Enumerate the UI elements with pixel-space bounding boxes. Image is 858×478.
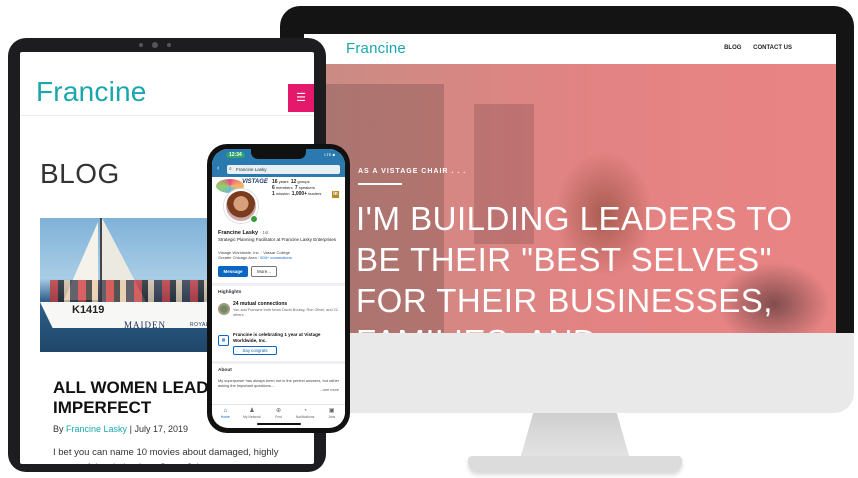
calendar-icon: ▦ [218,335,229,346]
say-congrats-button[interactable]: Say congrats [233,346,277,355]
stat-number: 1 [272,191,275,197]
tablet-sensor [167,43,171,47]
linkedin-icon[interactable]: in [332,191,339,198]
monitor-stand-base [468,456,682,472]
tablet-camera [152,42,158,48]
hull-number: K1419 [72,304,105,316]
tab-label: My Network [242,415,261,419]
tab-label: Jobs [328,415,336,419]
post-excerpt: I bet you can name 10 movies about damag… [53,447,279,464]
nav-link-blog[interactable]: BLOG [724,45,741,51]
stat-label: mission [275,191,290,196]
mutual-connections-icon [218,303,230,315]
vistage-logo: VISTAGE [242,179,268,185]
author-link[interactable]: Francine Lasky [66,424,127,434]
boat-name: MAIDEN [124,320,166,330]
back-arrow-icon[interactable]: ‹ [217,165,219,172]
stat-label: members [275,185,293,190]
byline-prefix: By [53,424,64,434]
online-status-icon [250,215,258,223]
stat-label: speakers [298,185,315,190]
blog-heading: BLOG [40,158,120,189]
app-top-bar: ‹ ⌕ Francine Lasky [212,163,345,177]
stat-label: groups [297,179,310,184]
status-time: 12:34 [226,152,245,158]
site-logo[interactable]: Francine [346,40,406,57]
hero-banner: AS A VISTAGE CHAIR . . . I'M BUILDING LE… [304,64,836,336]
mutual-connections-title[interactable]: 24 mutual connections [233,301,287,307]
mutual-connections-subtitle: You and Francine both know David Boutay,… [233,308,338,317]
search-icon: ⌕ [229,166,232,172]
message-button[interactable]: Message [218,266,248,277]
highlights-heading: Highlights [218,290,242,295]
tab-post[interactable]: ⊕ Post [267,407,289,424]
hamburger-menu-icon[interactable]: ☰ [288,84,314,112]
tab-jobs[interactable]: ▣ Jobs [321,407,343,424]
phone-screen: 12:34 LTE ■ ‹ ⌕ Francine Lasky VISTAGE 1… [212,149,345,428]
home-icon: ⌂ [223,408,228,414]
profile-location-row: Greater Chicago Area · 500+ connections [218,255,292,261]
monitor-stand [520,413,630,459]
profile-location: Greater Chicago Area [218,255,257,261]
about-text: My superpower has always been not in the… [218,378,340,388]
tablet-site-header: Francine ☰ [20,58,314,116]
phone-device: 12:34 LTE ■ ‹ ⌕ Francine Lasky VISTAGE 1… [207,144,350,433]
tablet-site-logo[interactable]: Francine [36,76,147,108]
desktop-screen: Francine BLOG CONTACT US AS A VISTAGE CH… [304,34,836,352]
site-header: Francine BLOG CONTACT US [304,34,836,64]
phone-notch [251,149,306,159]
profile-name: Francine Lasky · 1st [218,230,268,236]
bottom-tab-bar: ⌂ Home ♟ My Network ⊕ Post ◔ Notificatio… [212,404,345,424]
more-button[interactable]: More... [251,266,277,277]
profile-details: Vistage Worldwide, Inc. · Vassar College… [218,250,342,261]
tab-notifications[interactable]: ◔ Notifications [294,407,316,424]
hero-headline: I'M BUILDING LEADERS TO BE THEIR "BEST S… [356,200,793,336]
stat-number: 1,000+ [291,191,308,197]
profile-name-text: Francine Lasky [218,230,259,236]
post-byline: By Francine Lasky | July 17, 2019 [53,424,188,434]
tab-label: Post [275,415,282,419]
monitor-chin [280,333,854,413]
byline-separator: | [129,424,132,434]
bell-icon: ◔ [303,408,307,414]
network-icon: ♟ [249,408,255,414]
hero-divider [358,183,402,185]
tab-label: Home [220,415,230,419]
stat-label: leaders [308,191,322,196]
search-input[interactable]: ⌕ Francine Lasky [227,165,340,174]
stat-label: years [278,179,289,184]
about-heading: About [218,368,232,373]
tab-label: Notifications [295,415,315,419]
section-divider [212,361,345,364]
tablet-sensor [139,43,143,47]
signal-icon: LTE ■ [324,152,335,157]
main-nav: BLOG CONTACT US [714,45,792,51]
home-indicator [257,423,301,425]
search-query: Francine Lasky [236,167,267,172]
see-more-link[interactable]: ...see more [320,388,339,392]
hero-kicker: AS A VISTAGE CHAIR . . . [358,168,467,175]
tab-my-network[interactable]: ♟ My Network [241,407,263,424]
nav-link-contact[interactable]: CONTACT US [753,45,792,51]
connection-degree: · 1st [259,230,269,235]
desktop-monitor: Francine BLOG CONTACT US AS A VISTAGE CH… [280,6,854,354]
section-divider [212,283,345,286]
tab-home[interactable]: ⌂ Home [214,407,236,424]
connections-link[interactable]: 500+ connections [260,255,291,260]
post-icon: ⊕ [275,408,281,414]
celebration-text: Francine is celebrating 1 year at Vistag… [233,332,321,343]
profile-headline: Strategic Planning Facilitator at Franci… [218,237,337,242]
post-date: July 17, 2019 [134,424,188,434]
briefcase-icon: ▣ [328,408,335,414]
